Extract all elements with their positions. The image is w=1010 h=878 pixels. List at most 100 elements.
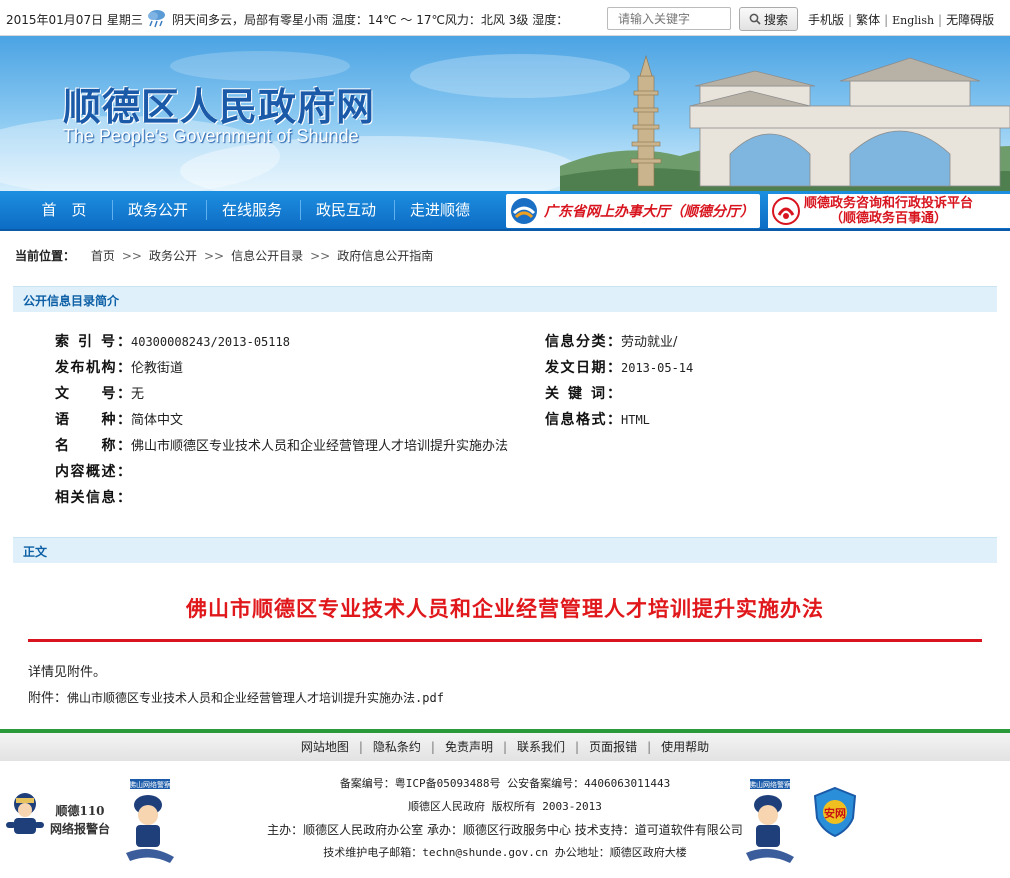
link-traditional[interactable]: 繁体	[856, 13, 880, 27]
category-label: 信息分类：	[545, 334, 621, 350]
keyword-label: 关 键 词：	[545, 386, 621, 402]
nav-about-shunde[interactable]: 走进顺德	[394, 191, 486, 229]
info-docno: 文 号：无	[55, 383, 144, 403]
breadcrumb: 当前位置： 首页 >> 政务公开 >> 信息公开目录 >> 政府信息公开指南	[15, 247, 437, 264]
index-value: 40300008243/2013-05118	[131, 335, 290, 349]
main-nav: 首 页 政务公开 在线服务 政民互动 走进顺德 广东省网上办事大厅（顺德分厅） …	[0, 191, 1010, 231]
security-shield-icon[interactable]: 安网	[812, 786, 858, 838]
section-header-body: 正文	[13, 537, 997, 563]
footer-link-privacy[interactable]: 隐私条约	[373, 740, 421, 754]
section-title-intro: 公开信息目录简介	[23, 294, 120, 308]
footer-link-contact[interactable]: 联系我们	[517, 740, 565, 754]
cyber-police-label: 佛山网络警察	[129, 780, 171, 789]
footer-link-report-error[interactable]: 页面报错	[589, 740, 637, 754]
language-label: 语 种：	[55, 412, 131, 428]
cyber-police-icon[interactable]: 佛山网络警察	[120, 777, 180, 865]
info-index: 索 引 号：40300008243/2013-05118	[55, 331, 290, 351]
breadcrumb-arrow: >>	[203, 249, 225, 263]
nav-interaction[interactable]: 政民互动	[300, 191, 392, 229]
shield-label: 安网	[824, 806, 846, 820]
summary-label: 内容概述：	[55, 464, 131, 480]
badge-line2: 网络报警台	[50, 822, 111, 836]
top-links: 手机版 | 繁体 | English | 无障碍版	[808, 13, 995, 27]
top-bar: 2015年01月07日 星期三 阴天间多云，局部有零星小雨 温度：14℃ ～ 1…	[0, 0, 1010, 36]
nav-gov-affairs[interactable]: 政务公开	[112, 191, 204, 229]
attachment-link[interactable]: 佛山市顺德区专业技术人员和企业经营管理人才培训提升实施办法.pdf	[67, 691, 444, 705]
nav-online-service[interactable]: 在线服务	[206, 191, 298, 229]
footer-link-help[interactable]: 使用帮助	[661, 740, 709, 754]
article-title: 佛山市顺德区专业技术人员和企业经营管理人才培训提升实施办法	[186, 596, 824, 621]
site-banner: 顺德区人民政府网 The People's Government of Shun…	[0, 36, 1010, 191]
consult-platform-banner[interactable]: 顺德政务咨询和行政投诉平台 （顺德政务百事通）	[768, 194, 1010, 228]
record-text: 备案编号：粤ICP备05093488号 公安备案编号：4406063011443	[339, 777, 671, 790]
format-value: HTML	[621, 413, 650, 427]
police-110-icon[interactable]	[2, 790, 48, 838]
info-name: 名 称：佛山市顺德区专业技术人员和企业经营管理人才培训提升实施办法	[55, 435, 508, 455]
online-hall-banner[interactable]: 广东省网上办事大厅（顺德分厅）	[506, 194, 760, 228]
footer-nav: 网站地图 | 隐私条约 | 免责声明 | 联系我们 | 页面报错 | 使用帮助	[0, 733, 1010, 761]
online-hall-label: 广东省网上办事大厅（顺德分厅）	[544, 204, 754, 220]
info-format: 信息格式：HTML	[545, 409, 650, 429]
footer-link-sitemap[interactable]: 网站地图	[301, 740, 349, 754]
nav-home[interactable]: 首 页	[18, 191, 110, 229]
search-icon	[749, 13, 761, 25]
link-english[interactable]: English	[892, 14, 934, 27]
attachment-line: 附件：佛山市顺德区专业技术人员和企业经营管理人才培训提升实施办法.pdf	[28, 687, 444, 706]
breadcrumb-arrow: >>	[121, 249, 142, 263]
consult-platform-line2: （顺德政务百事通）	[830, 211, 948, 226]
section-title-body: 正文	[23, 545, 48, 559]
cyber-police-icon[interactable]: 佛山网络警察	[740, 777, 800, 865]
breadcrumb-gov-affairs[interactable]: 政务公开	[149, 249, 197, 263]
badge-line1: 顺德110	[55, 804, 105, 818]
language-value: 简体中文	[131, 413, 184, 428]
site-title: 顺德区人民政府网	[63, 85, 376, 129]
guangdong-logo-icon	[511, 198, 537, 224]
info-summary: 内容概述：	[55, 461, 131, 481]
link-accessible[interactable]: 无障碍版	[946, 13, 994, 27]
link-mobile[interactable]: 手机版	[808, 13, 844, 27]
info-language: 语 种：简体中文	[55, 409, 183, 429]
breadcrumb-home[interactable]: 首页	[91, 249, 115, 263]
consult-platform-line1: 顺德政务咨询和行政投诉平台	[804, 196, 974, 211]
index-label: 索 引 号：	[55, 334, 131, 350]
name-value: 佛山市顺德区专业技术人员和企业经营管理人才培训提升实施办法	[131, 439, 509, 454]
weather-info: 阴天间多云，局部有零星小雨 温度：14℃ ～ 17℃风力：北风 3级 湿度：	[172, 13, 569, 27]
date-label: 发文日期：	[545, 360, 621, 376]
info-org: 发布机构：伦教街道	[55, 357, 183, 377]
pagoda-gate-illustration	[560, 54, 1010, 191]
category-value: 劳动就业/	[621, 335, 678, 350]
related-label: 相关信息：	[55, 490, 131, 506]
name-label: 名 称：	[55, 438, 131, 454]
breadcrumb-guide[interactable]: 政府信息公开指南	[337, 249, 433, 263]
info-keyword: 关 键 词：	[545, 383, 621, 403]
breadcrumb-label: 当前位置：	[15, 249, 76, 263]
search-input[interactable]	[607, 7, 731, 30]
date-value: 2013-05-14	[621, 361, 694, 375]
org-label: 发布机构：	[55, 360, 131, 376]
docno-value: 无	[131, 387, 145, 402]
format-label: 信息格式：	[545, 412, 621, 428]
contact-text: 技术维护电子邮箱：techn@shunde.gov.cn 办公地址：顺德区政府大…	[323, 846, 687, 859]
site-title-en: The People's Government of Shunde	[63, 126, 359, 146]
breadcrumb-catalog[interactable]: 信息公开目录	[231, 249, 303, 263]
section-header-intro: 公开信息目录简介	[13, 286, 997, 312]
consult-platform-label: 顺德政务咨询和行政投诉平台 （顺德政务百事通）	[804, 196, 973, 226]
footer-link-disclaimer[interactable]: 免责声明	[445, 740, 493, 754]
org-value: 伦教街道	[131, 361, 184, 376]
info-category: 信息分类：劳动就业/	[545, 331, 677, 351]
cloud-rain-icon	[148, 10, 165, 28]
info-date: 发文日期：2013-05-14	[545, 357, 693, 377]
copyright-text: 顺德区人民政府 版权所有 2003-2013	[408, 800, 602, 813]
title-divider	[28, 639, 982, 642]
platform-logo-icon	[772, 197, 800, 225]
article-text: 详情见附件。	[28, 665, 107, 680]
current-date: 2015年01月07日 星期三	[6, 13, 143, 27]
cyber-police-label: 佛山网络警察	[749, 780, 791, 789]
police-110-label: 顺德110 网络报警台	[50, 802, 110, 838]
docno-label: 文 号：	[55, 386, 131, 402]
breadcrumb-arrow: >>	[310, 249, 331, 263]
attachment-label: 附件：	[28, 691, 68, 706]
info-related: 相关信息：	[55, 487, 131, 507]
search-button-label: 搜索	[763, 12, 788, 27]
search-button[interactable]: 搜索	[739, 7, 798, 31]
